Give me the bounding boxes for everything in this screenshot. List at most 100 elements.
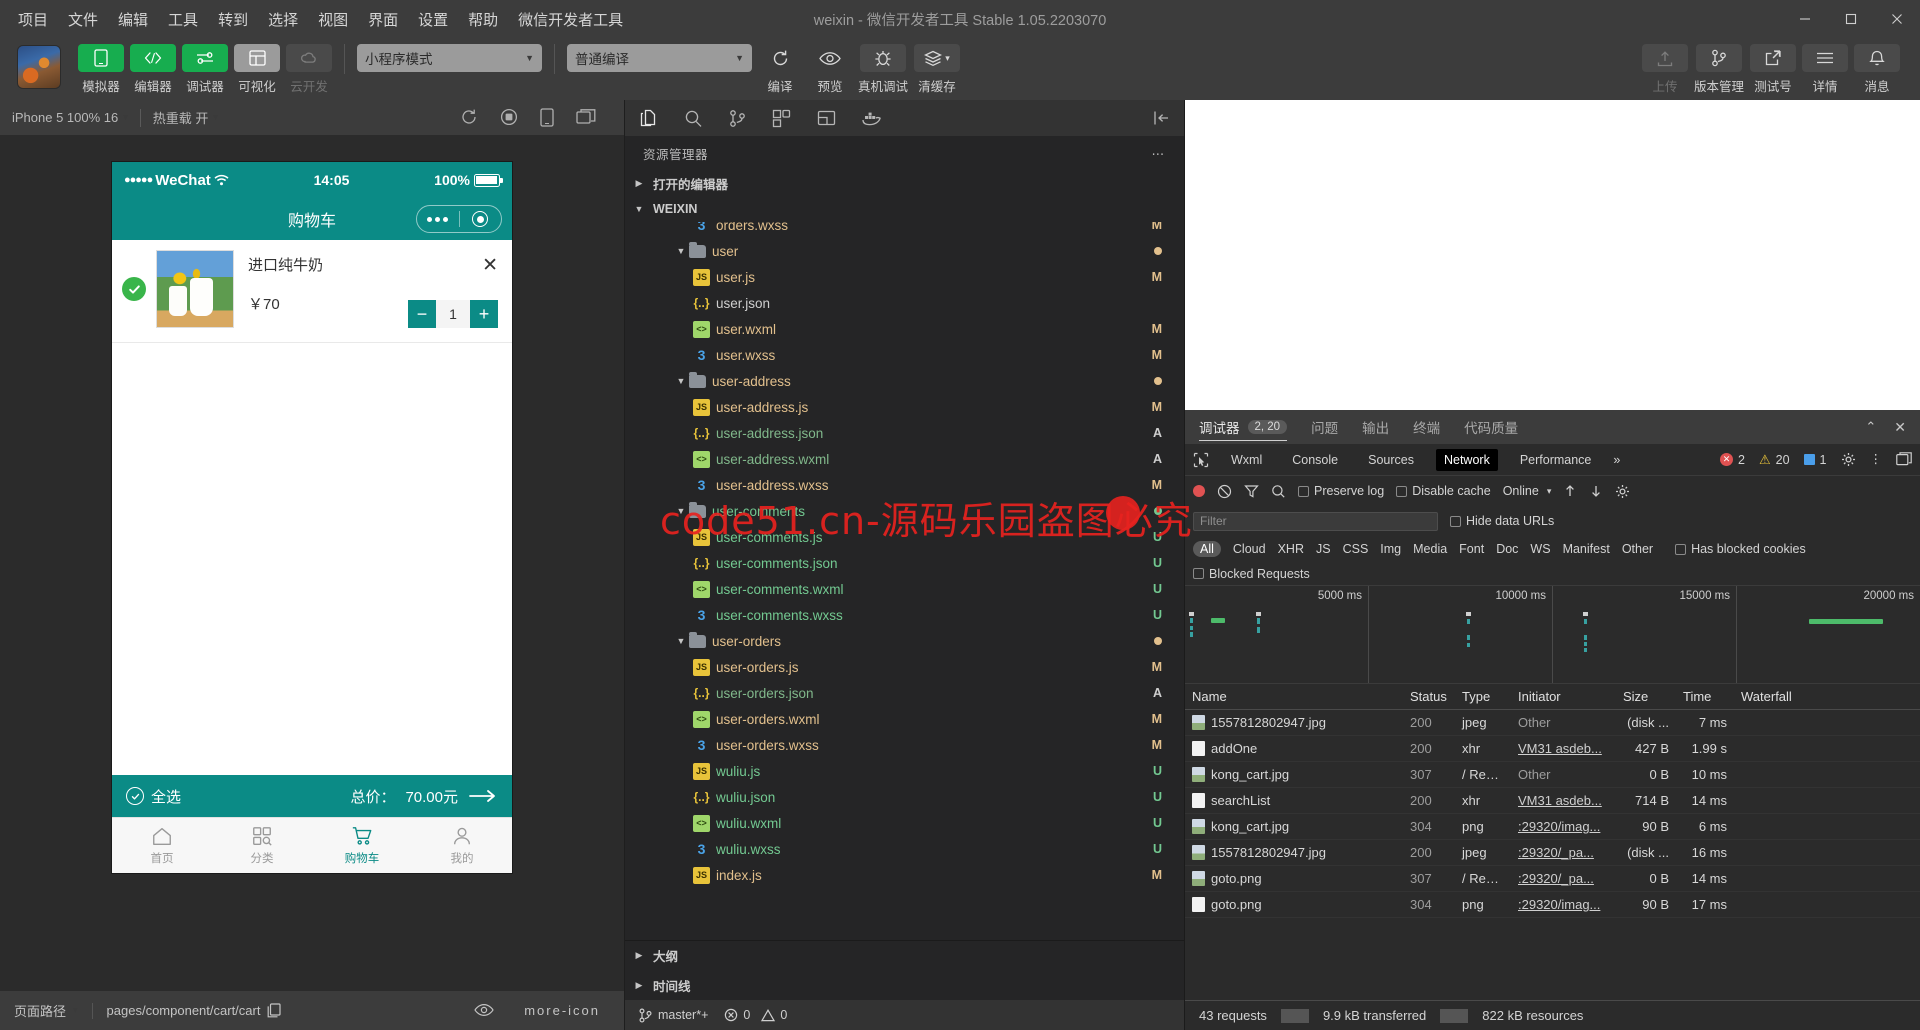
dock-icon[interactable] — [1896, 452, 1912, 467]
checkout-arrow-icon[interactable] — [468, 789, 498, 803]
problems-indicator[interactable]: 0 0 — [724, 1008, 787, 1022]
column-header-time[interactable]: Time — [1676, 689, 1734, 704]
clear-cache-button[interactable]: ▾ 清缓存 — [914, 44, 961, 95]
column-header-status[interactable]: Status — [1403, 689, 1455, 704]
tree-file-row[interactable]: <> user-orders.wxml M — [625, 706, 1184, 732]
toggle-editor[interactable]: 编辑器 — [130, 44, 176, 95]
menu-item-goto[interactable]: 转到 — [208, 5, 258, 34]
menu-item-settings[interactable]: 设置 — [408, 5, 458, 34]
throttle-select[interactable]: Online ▾ — [1503, 484, 1552, 498]
quantity-value[interactable]: 1 — [436, 300, 470, 328]
explorer-more-icon[interactable]: ⋯ — [1152, 146, 1167, 161]
network-row[interactable]: goto.png 307 / Redi...:29320/_pa... 0 B 14 m… — [1185, 866, 1920, 892]
network-type-all[interactable]: All — [1193, 541, 1221, 557]
refresh-icon[interactable] — [460, 108, 478, 127]
tab-home[interactable]: 首页 — [112, 818, 212, 873]
close-icon[interactable]: ✕ — [1894, 419, 1906, 436]
section-open-editors[interactable]: ▶ 打开的编辑器 — [625, 170, 1184, 196]
network-initiator-link[interactable]: VM31 asdeb... — [1518, 793, 1602, 808]
maximize-button[interactable] — [1828, 0, 1874, 38]
more-dots-icon[interactable] — [417, 216, 459, 222]
select-all-checkbox[interactable] — [126, 787, 144, 805]
files-icon[interactable] — [639, 109, 658, 128]
info-counter[interactable]: 1 — [1803, 453, 1827, 467]
debug-icon[interactable] — [817, 109, 836, 127]
select-all-control[interactable]: 全选 — [126, 786, 181, 807]
error-counter[interactable]: ✕ 2 — [1720, 453, 1745, 467]
menu-item-tools[interactable]: 工具 — [158, 5, 208, 34]
column-header-name[interactable]: Name — [1185, 689, 1403, 704]
column-header-initiator[interactable]: Initiator — [1511, 689, 1616, 704]
network-row[interactable]: addOne 200 xhr VM31 asdeb... 427 B 1.99 s — [1185, 736, 1920, 762]
network-row[interactable]: kong_cart.jpg 304 png:29320/imag... 90 B 6 m… — [1185, 814, 1920, 840]
clear-network-icon[interactable] — [1217, 484, 1232, 499]
hide-data-urls-checkbox[interactable]: Hide data URLs — [1450, 514, 1554, 528]
network-row[interactable]: 1557812802947.jpg 200 jpeg Other (disk ... 7 … — [1185, 710, 1920, 736]
tab-category[interactable]: 分类 — [212, 818, 312, 873]
disable-cache-checkbox[interactable]: Disable cache — [1396, 484, 1491, 498]
tab-cart[interactable]: 购物车 — [312, 818, 412, 873]
tree-file-row[interactable]: 3 user.wxss M — [625, 342, 1184, 368]
blocked-requests-checkbox[interactable]: Blocked Requests — [1193, 567, 1310, 581]
menu-item-select[interactable]: 选择 — [258, 5, 308, 34]
tree-file-row[interactable]: {..} user-comments.json U — [625, 550, 1184, 576]
chevron-down-icon[interactable]: ▼ — [673, 376, 689, 386]
item-checkbox[interactable] — [122, 277, 146, 301]
window-icon[interactable] — [576, 108, 596, 127]
tree-folder-row[interactable]: ▼ user-address — [625, 368, 1184, 394]
section-timeline[interactable]: ▶ 时间线 — [625, 970, 1184, 1000]
tab-mine[interactable]: 我的 — [412, 818, 512, 873]
tree-file-row[interactable]: {..} user.json — [625, 290, 1184, 316]
wechat-capsule[interactable] — [416, 205, 502, 233]
tree-folder-row[interactable]: ▼ user — [625, 238, 1184, 264]
more-icon[interactable]: more-icon — [524, 1003, 600, 1018]
network-row[interactable]: 1557812802947.jpg 200 jpeg:29320/_pa... (di… — [1185, 840, 1920, 866]
hot-reload-toggle[interactable]: 热重载 开 ▾ — [141, 100, 230, 136]
tree-file-row[interactable]: JS user-comments.js U — [625, 524, 1184, 550]
export-har-icon[interactable] — [1589, 484, 1603, 499]
tree-file-row[interactable]: JS index.js M — [625, 862, 1184, 888]
tree-file-row[interactable]: {..} wuliu.json U — [625, 784, 1184, 810]
settings-gear-icon[interactable] — [1841, 452, 1856, 467]
kebab-menu-icon[interactable]: ⋮ — [1870, 453, 1883, 465]
docker-icon[interactable] — [862, 110, 883, 126]
tree-file-row[interactable]: <> user-address.wxml A — [625, 446, 1184, 472]
column-header-waterfall[interactable]: Waterfall — [1734, 689, 1920, 704]
menu-item-edit[interactable]: 编辑 — [108, 5, 158, 34]
column-header-type[interactable]: Type — [1455, 689, 1511, 704]
record-network-icon[interactable] — [1193, 485, 1205, 497]
test-account-button[interactable]: 测试号 — [1750, 44, 1796, 95]
network-type-ws[interactable]: WS — [1530, 542, 1550, 556]
network-initiator-link[interactable]: :29320/_pa... — [1518, 871, 1594, 886]
network-initiator-link[interactable]: :29320/imag... — [1518, 819, 1600, 834]
inspect-element-icon[interactable] — [1193, 452, 1209, 468]
network-settings-gear-icon[interactable] — [1615, 484, 1630, 499]
compile-button[interactable]: 编译 — [758, 44, 802, 95]
section-outline[interactable]: ▶ 大纲 — [625, 940, 1184, 970]
network-initiator-link[interactable]: :29320/imag... — [1518, 897, 1600, 912]
tree-folder-row[interactable]: ▼ user-orders — [625, 628, 1184, 654]
network-type-font[interactable]: Font — [1459, 542, 1484, 556]
toggle-cloud[interactable]: 云开发 — [286, 44, 332, 95]
tab-overflow-icon[interactable]: » — [1613, 453, 1620, 467]
branch-indicator[interactable]: master*+ — [639, 1008, 708, 1023]
search-icon[interactable] — [684, 109, 703, 128]
network-type-xhr[interactable]: XHR — [1278, 542, 1304, 556]
devtools-panel-tab-2[interactable]: 输出 — [1362, 410, 1389, 444]
messages-button[interactable]: 消息 — [1854, 44, 1900, 95]
tree-file-row[interactable]: <> wuliu.wxml U — [625, 810, 1184, 836]
tree-file-row[interactable]: JS user.js M — [625, 264, 1184, 290]
devtools-panel-tab-3[interactable]: 终端 — [1413, 410, 1440, 444]
network-type-manifest[interactable]: Manifest — [1563, 542, 1610, 556]
record-icon[interactable] — [500, 108, 518, 127]
network-filter-icon[interactable] — [1244, 484, 1259, 499]
section-weixin[interactable]: ▼ WEIXIN — [625, 196, 1184, 222]
file-tree[interactable]: 3 orders.wxss M ▼ user JS user.js M {..} user.jso… — [625, 222, 1184, 940]
chevron-down-icon[interactable]: ▼ — [673, 246, 689, 256]
network-type-js[interactable]: JS — [1316, 542, 1331, 556]
version-control-button[interactable]: 版本管理 — [1694, 44, 1744, 95]
menu-item-help[interactable]: 帮助 — [458, 5, 508, 34]
tree-file-row[interactable]: {..} user-orders.json A — [625, 680, 1184, 706]
devtools-panel-tab-1[interactable]: 问题 — [1311, 410, 1338, 444]
toggle-visual[interactable]: 可视化 — [234, 44, 280, 95]
